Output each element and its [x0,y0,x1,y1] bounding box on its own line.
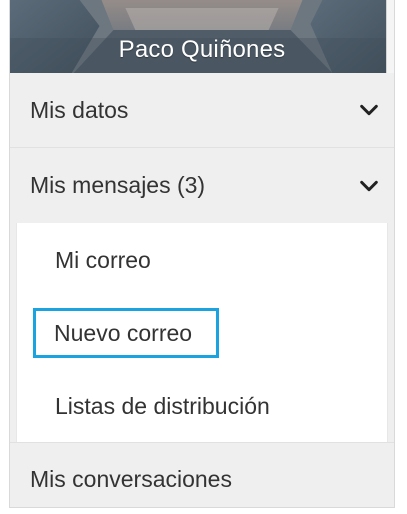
submenu-item-listas-distribucion[interactable]: Listas de distribución [17,369,387,442]
menu-item-label: Mis conversaciones [30,466,232,492]
chevron-down-icon [360,180,378,191]
profile-header: Paco Quiñones [10,0,394,73]
submenu-item-mi-correo[interactable]: Mi correo [17,223,387,296]
chevron-down-icon [360,104,378,116]
submenu-item-nuevo-correo[interactable]: Nuevo correo [17,296,387,369]
sidebar-menu: Mis datos Mis mensajes (3) Mi correo Nue… [10,73,394,507]
menu-item-mis-datos[interactable]: Mis datos [10,73,394,148]
menu-item-mis-conversaciones[interactable]: Mis conversaciones [10,442,394,507]
submenu-item-label: Listas de distribución [55,392,270,419]
sidebar-panel: Paco Quiñones Mis datos Mis mensajes (3)… [9,0,395,508]
scrollbar[interactable] [386,0,394,73]
submenu-item-label: Nuevo correo [33,307,220,358]
submenu-item-label: Mi correo [55,246,151,273]
menu-item-label: Mis datos [30,96,129,123]
mis-mensajes-submenu: Mi correo Nuevo correo Listas de distrib… [16,223,388,442]
profile-name: Paco Quiñones [118,36,286,63]
menu-item-mis-mensajes[interactable]: Mis mensajes (3) [10,148,394,223]
menu-item-label: Mis mensajes (3) [30,172,206,198]
